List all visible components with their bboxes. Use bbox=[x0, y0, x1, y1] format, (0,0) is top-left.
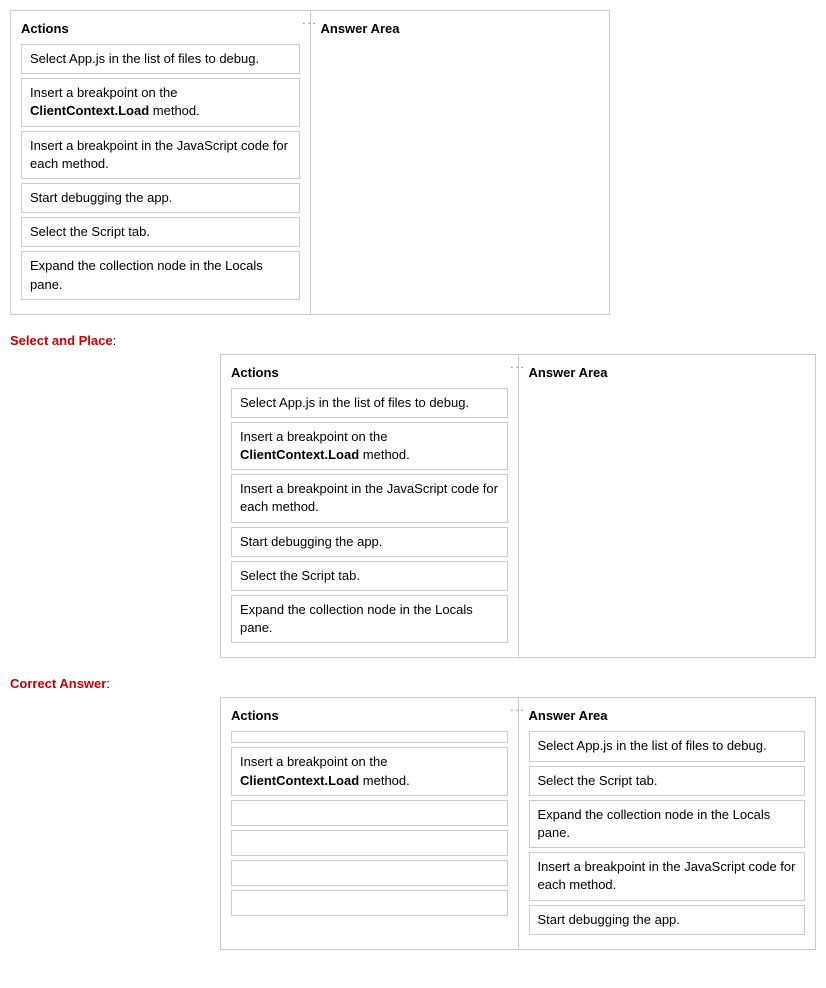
select-place-answer-panel: Answer Area bbox=[519, 355, 816, 658]
action-item[interactable]: Insert a breakpoint on the ClientContext… bbox=[21, 78, 300, 126]
action-item[interactable]: Select App.js in the list of files to de… bbox=[21, 44, 300, 74]
correct-answer-section: Correct Answer: ... Actions Insert a bre… bbox=[10, 676, 816, 949]
action-item[interactable]: Select the Script tab. bbox=[231, 561, 508, 591]
action-item[interactable]: Start debugging the app. bbox=[21, 183, 300, 213]
answer-item: Expand the collection node in the Locals… bbox=[529, 800, 806, 848]
select-place-answer-title: Answer Area bbox=[529, 365, 806, 380]
correct-answer-dots: ... bbox=[510, 702, 525, 714]
correct-answer-answer-title: Answer Area bbox=[529, 708, 806, 723]
select-place-section: Select and Place: ... Actions Select App… bbox=[10, 333, 816, 659]
answer-item: Insert a breakpoint in the JavaScript co… bbox=[529, 852, 806, 900]
top-actions-panel: Actions Select App.js in the list of fil… bbox=[11, 11, 310, 314]
correct-answer-actions-title: Actions bbox=[231, 708, 508, 723]
correct-answer-actions-panel: Actions Insert a breakpoint on the Clien… bbox=[221, 698, 518, 948]
action-item[interactable] bbox=[231, 860, 508, 886]
action-item[interactable] bbox=[231, 731, 508, 743]
answer-item: Select the Script tab. bbox=[529, 766, 806, 796]
action-item[interactable] bbox=[231, 800, 508, 826]
top-answer-title: Answer Area bbox=[321, 21, 600, 36]
action-item[interactable]: Insert a breakpoint in the JavaScript co… bbox=[231, 474, 508, 522]
top-answer-panel: Answer Area bbox=[311, 11, 610, 314]
correct-answer-answer-panel: Answer Area Select App.js in the list of… bbox=[519, 698, 816, 948]
correct-answer-drag-container: ... Actions Insert a breakpoint on the C… bbox=[220, 697, 816, 949]
action-item[interactable]: Insert a breakpoint in the JavaScript co… bbox=[21, 131, 300, 179]
correct-answer-label-text: Correct Answer bbox=[10, 676, 106, 691]
action-item[interactable]: Insert a breakpoint on the ClientContext… bbox=[231, 422, 508, 470]
top-drag-container: ... Actions Select App.js in the list of… bbox=[10, 10, 610, 315]
top-actions-title: Actions bbox=[21, 21, 300, 36]
select-place-colon: : bbox=[113, 333, 117, 348]
select-place-label: Select and Place: bbox=[10, 333, 816, 348]
correct-answer-label: Correct Answer: bbox=[10, 676, 816, 691]
answer-item: Select App.js in the list of files to de… bbox=[529, 731, 806, 761]
select-place-label-text: Select and Place bbox=[10, 333, 113, 348]
select-place-actions-title: Actions bbox=[231, 365, 508, 380]
action-item[interactable]: Select the Script tab. bbox=[21, 217, 300, 247]
action-item[interactable]: Select App.js in the list of files to de… bbox=[231, 388, 508, 418]
action-item[interactable]: Insert a breakpoint on the ClientContext… bbox=[231, 747, 508, 795]
answer-item: Start debugging the app. bbox=[529, 905, 806, 935]
action-item[interactable] bbox=[231, 890, 508, 916]
top-dots: ... bbox=[302, 15, 317, 27]
select-place-actions-panel: Actions Select App.js in the list of fil… bbox=[221, 355, 518, 658]
action-item[interactable]: Expand the collection node in the Locals… bbox=[231, 595, 508, 643]
action-item[interactable]: Expand the collection node in the Locals… bbox=[21, 251, 300, 299]
top-section: ... Actions Select App.js in the list of… bbox=[10, 10, 816, 315]
action-item[interactable]: Start debugging the app. bbox=[231, 527, 508, 557]
select-place-dots: ... bbox=[510, 359, 525, 371]
select-place-drag-container: ... Actions Select App.js in the list of… bbox=[220, 354, 816, 659]
correct-answer-colon: : bbox=[106, 676, 110, 691]
action-item[interactable] bbox=[231, 830, 508, 856]
